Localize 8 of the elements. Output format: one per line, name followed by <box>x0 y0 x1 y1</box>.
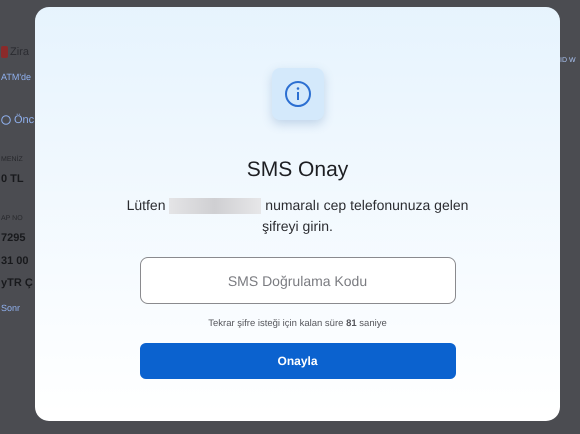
notice-text: Önc <box>14 112 34 128</box>
dialog-message: Lütfen numaralı cep telefonunuza gelen şifreyi girin. <box>126 196 470 236</box>
code-field[interactable]: SMS Doğrulama Kodu <box>140 257 456 304</box>
countdown-text: Tekrar şifre isteği için kalan süre 81 saniye <box>208 317 387 331</box>
dialog-title: SMS Onay <box>246 159 348 180</box>
link[interactable]: ATM'de <box>1 70 35 84</box>
confirm-button[interactable]: Onayla <box>140 343 456 380</box>
link[interactable]: Sonr <box>1 302 35 315</box>
